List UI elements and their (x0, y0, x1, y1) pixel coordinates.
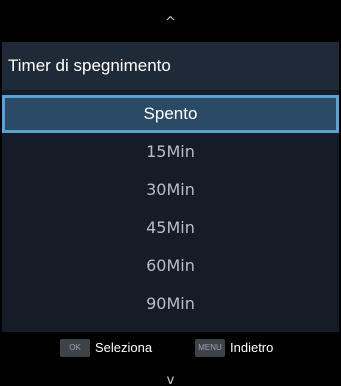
timer-option-45min[interactable]: 45Min (2, 209, 339, 247)
timer-option-off[interactable]: Spento (2, 95, 339, 133)
timer-option-15min[interactable]: 15Min (2, 133, 339, 171)
ok-key-icon: OK (60, 339, 90, 357)
scroll-down-icon[interactable]: v (0, 374, 341, 386)
timer-option-60min[interactable]: 60Min (2, 247, 339, 285)
panel-title: Timer di spegnimento (8, 56, 171, 75)
scroll-up-icon[interactable]: ^ (0, 16, 341, 30)
menu-key-icon: MENU (195, 339, 225, 357)
timer-option-90min[interactable]: 90Min (2, 285, 339, 323)
timer-option-30min[interactable]: 30Min (2, 171, 339, 209)
timer-options-list: Spento 15Min 30Min 45Min 60Min 90Min (2, 95, 339, 323)
select-hint-label: Seleziona (95, 340, 153, 355)
back-hint-label: Indietro (230, 340, 274, 355)
panel-header: Timer di spegnimento (2, 42, 339, 90)
key-hints-bar: OK Seleziona MENU Indietro (2, 332, 339, 368)
sleep-timer-panel: Timer di spegnimento Spento 15Min 30Min … (2, 42, 339, 368)
